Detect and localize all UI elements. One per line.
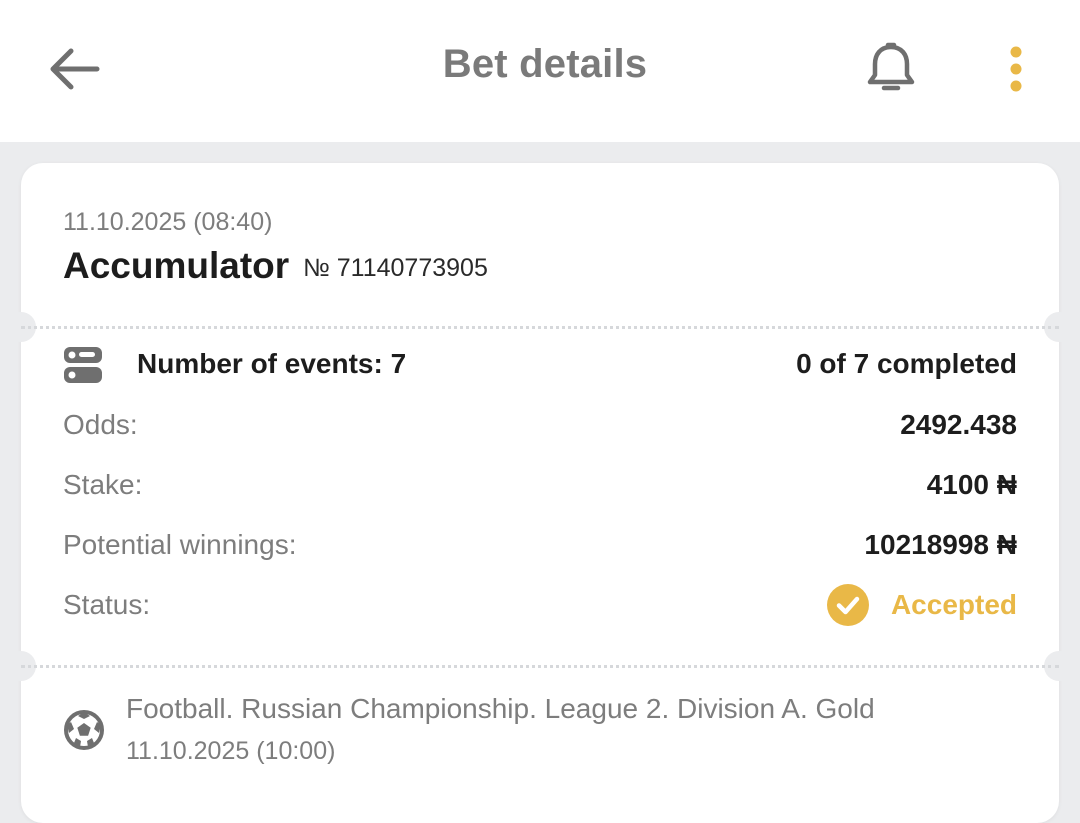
app-bar: Bet details [0, 0, 1080, 142]
odds-label: Odds: [63, 409, 138, 440]
status-label: Status: [63, 589, 151, 620]
bet-number: № 71140773905 [303, 254, 488, 282]
status-value: Accepted [890, 589, 1017, 620]
status-badge: Accepted [826, 583, 1017, 627]
bet-type: Accumulator [63, 245, 290, 286]
divider [21, 326, 1059, 329]
divider [21, 665, 1059, 668]
events-completed: 0 of 7 completed [796, 348, 1017, 379]
more-menu-button[interactable] [990, 36, 1042, 102]
bet-date: 11.10.2025 (08:40) [63, 208, 273, 236]
bell-icon [867, 42, 915, 91]
stake-label: Stake: [63, 469, 143, 500]
event-date: 11.10.2025 (10:00) [126, 737, 336, 765]
stake-value: 4100 ₦ [926, 469, 1017, 500]
football-icon [64, 710, 104, 750]
potential-winnings-value: 10218998 ₦ [864, 529, 1017, 560]
events-list-icon [64, 347, 102, 383]
events-count: Number of events: 7 [137, 348, 407, 379]
more-vertical-icon [1010, 46, 1022, 92]
notifications-button[interactable] [856, 36, 926, 102]
event-league[interactable]: Football. Russian Championship. League 2… [126, 693, 875, 725]
check-circle-icon [826, 584, 869, 626]
odds-value: 2492.438 [900, 409, 1017, 440]
potential-winnings-label: Potential winnings: [63, 529, 297, 560]
